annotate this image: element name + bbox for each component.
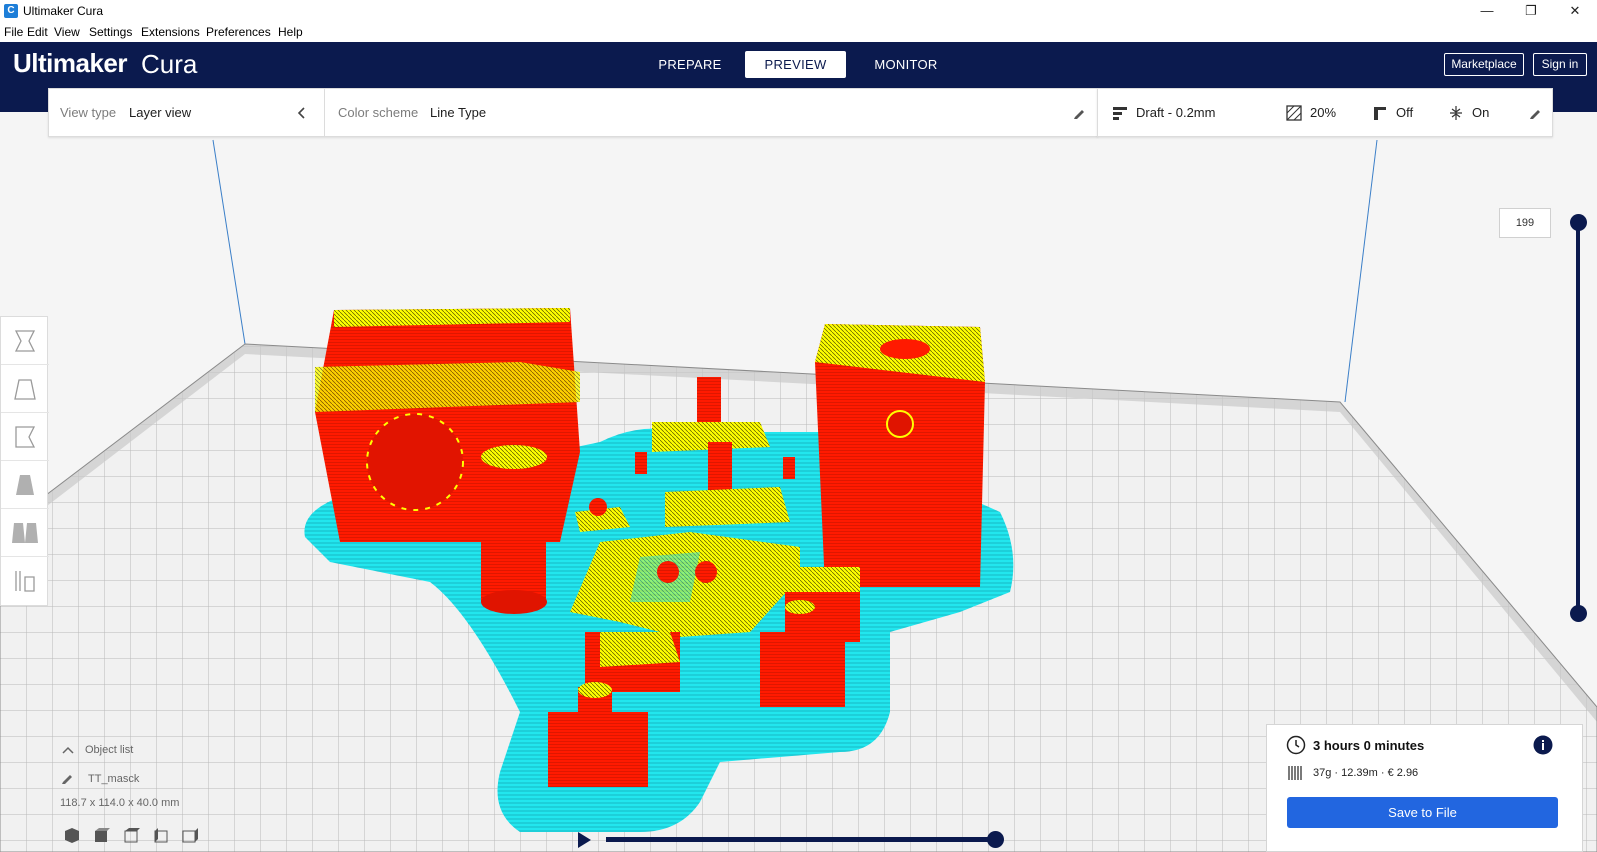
mirror-tool[interactable] [1, 461, 49, 509]
object-name[interactable]: TT_masck [88, 773, 139, 785]
support-blocker-icon [15, 571, 35, 592]
adhesion-icon [1450, 106, 1462, 120]
tall-cylinder [481, 457, 546, 602]
menu-help[interactable]: Help [278, 25, 303, 39]
current-layer-input[interactable]: 199 [1499, 208, 1551, 238]
front-view-icon [95, 828, 110, 842]
3d-view-icon [65, 828, 79, 843]
mirror-icon [16, 475, 34, 495]
infill-value: 20% [1310, 105, 1337, 120]
camera-view-buttons [65, 828, 198, 843]
left-view-icon [154, 828, 168, 843]
title-bar: C Ultimaker Cura — ❐ ✕ [0, 0, 1597, 23]
print-time: 3 hours 0 minutes [1313, 738, 1425, 753]
save-to-file-button[interactable]: Save to File [1287, 797, 1558, 828]
sign-in-button[interactable]: Sign in [1533, 53, 1587, 76]
edit-name-icon[interactable] [60, 771, 74, 785]
color-scheme-dropdown[interactable]: Line Type [430, 105, 486, 120]
support-value: Off [1396, 105, 1414, 120]
divider [324, 89, 325, 136]
print-settings-panel[interactable]: Draft - 0.2mm 20% Off On [1097, 88, 1553, 137]
color-scheme-label: Color scheme [338, 105, 419, 120]
view-type-dropdown[interactable]: Layer view [129, 105, 191, 120]
menu-file[interactable]: File [4, 25, 23, 39]
brand-product: Cura [141, 49, 198, 79]
menu-edit[interactable]: Edit [27, 25, 48, 39]
object-list-toggle[interactable]: Object list [85, 744, 133, 756]
top-view-icon [124, 828, 140, 843]
tab-preview[interactable]: PREVIEW [745, 51, 846, 78]
chevron-left-icon[interactable] [295, 106, 309, 120]
profile-layers-icon [1113, 107, 1127, 120]
tab-monitor[interactable]: MONITOR [856, 51, 956, 78]
marketplace-button[interactable]: Marketplace [1444, 53, 1524, 76]
rotate-tool[interactable] [1, 413, 49, 461]
edit-settings-icon[interactable] [1528, 106, 1542, 120]
support-icon [1374, 107, 1386, 120]
scale-tool[interactable] [1, 365, 49, 413]
material-usage: 37g · 12.39m · € 2.96 [1313, 767, 1419, 779]
path-slider-track[interactable] [606, 837, 996, 842]
layer-slider-track[interactable] [1576, 222, 1580, 614]
maximize-button[interactable]: ❐ [1509, 0, 1553, 23]
infill-icon [1286, 105, 1302, 121]
window-title: Ultimaker Cura [23, 4, 104, 18]
chevron-up-icon[interactable] [61, 745, 75, 755]
right-view-icon [182, 828, 198, 843]
brand-name: Ultimaker [13, 48, 128, 78]
rotate-icon [15, 426, 36, 448]
menu-view[interactable]: View [54, 25, 80, 39]
close-button[interactable]: ✕ [1553, 0, 1597, 23]
clock-icon [1286, 735, 1306, 755]
print-info-card: 3 hours 0 minutes 37g · 12.39m · € 2.96 … [1266, 724, 1583, 852]
play-icon[interactable] [576, 831, 592, 849]
menu-bar: File Edit View Settings Extensions Prefe… [0, 23, 1597, 42]
minimize-button[interactable]: — [1465, 0, 1509, 23]
per-model-settings-tool[interactable] [1, 509, 49, 557]
info-icon[interactable] [1533, 735, 1553, 755]
move-tool[interactable] [1, 317, 49, 365]
pencil-icon[interactable] [1072, 106, 1086, 120]
menu-preferences[interactable]: Preferences [206, 25, 271, 39]
material-spool-icon [1288, 766, 1302, 780]
layer-slider-top-handle[interactable] [1570, 214, 1587, 231]
tab-prepare[interactable]: PREPARE [640, 51, 740, 78]
cura-logo-icon: C [4, 4, 18, 18]
layer-slider-bottom-handle[interactable] [1570, 605, 1587, 622]
tool-panel [0, 316, 49, 606]
profile-value: Draft - 0.2mm [1136, 105, 1216, 120]
path-slider-handle[interactable] [987, 831, 1004, 848]
view-options-panel: View type Layer view Color scheme Line T… [48, 88, 1098, 137]
scale-icon [14, 379, 36, 400]
object-dimensions: 118.7 x 114.0 x 40.0 mm [60, 797, 180, 809]
adhesion-value: On [1472, 105, 1490, 120]
view-type-label: View type [60, 105, 117, 120]
per-model-icon [12, 523, 38, 543]
menu-settings[interactable]: Settings [89, 25, 132, 39]
support-blocker-tool[interactable] [1, 557, 49, 605]
menu-extensions[interactable]: Extensions [141, 25, 200, 39]
move-icon [14, 330, 36, 352]
